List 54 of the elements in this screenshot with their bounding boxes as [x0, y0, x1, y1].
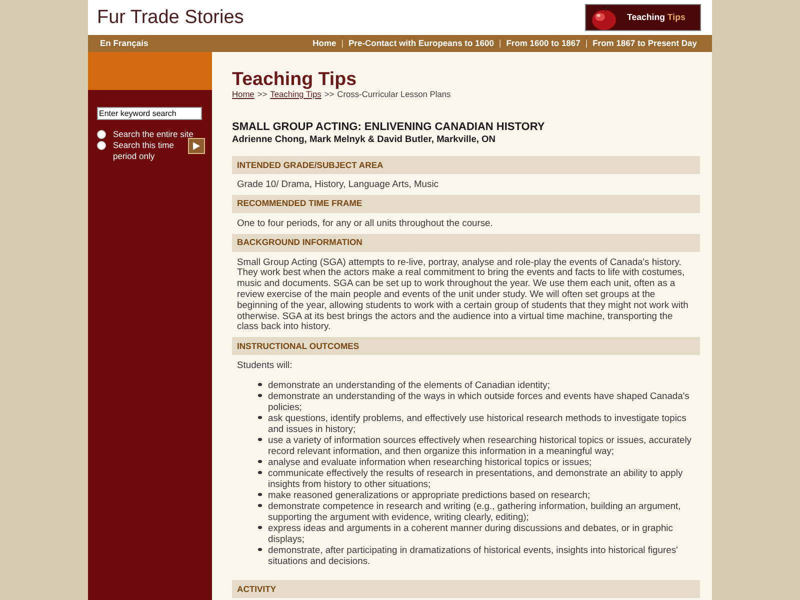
article-heading: SMALL GROUP ACTING: ENLIVENING CANADIAN HISTORY: [232, 121, 546, 134]
list-item-text: analyse and evaluate information when researching historical topics or issues;: [268, 456, 592, 467]
nav-link[interactable]: From 1867 to Present Day: [592, 37, 697, 50]
nav-separator: |: [341, 37, 344, 50]
nav-separator: |: [498, 37, 502, 50]
section-text: Small Group Acting (SGA) attempts to re-live, portray, analyse and role-play the events of Canada's history. They work best when the actors make a real commitment to bring the events and facts to life with costumes, music and documents. SGA can be set up to work throughout the year. We use them each unit, often as a review exercise of the main people and events of the unit under study. We will often set groups at the beginning of the year, allowing students to work with a certain group of students that they might not work with otherwise. SGA at its best brings the actors and the audience into a virtual time machine, transporting the class back into history.: [236, 254, 690, 334]
list-item-text: demonstrate, after participating in dramatizations of historical events, insights into historical figures' situations and decisions.: [268, 544, 679, 566]
language-link[interactable]: En Français: [100, 37, 148, 50]
bullet-icon: [258, 548, 262, 552]
teaching-tips-badge[interactable]: Teaching Tips: [585, 4, 701, 31]
list-item-text: use a variety of information sources effectively when researching historical topics or issues, accurately record relevant information, and then organize this information in a meaningful way;: [268, 434, 692, 456]
section-heading-bar: ACTIVITY: [232, 580, 700, 598]
radio-button[interactable]: [97, 130, 106, 139]
article-authors: Adrienne Chong, Mark Melnyk & David Butler, Markville, ON: [232, 134, 496, 145]
breadcrumb-current: Cross-Curricular Lesson Plans: [337, 89, 451, 100]
section-heading-bar: BACKGROUND INFORMATION: [232, 234, 700, 252]
bullet-icon: [258, 526, 262, 530]
breadcrumb-separator: >>: [324, 89, 334, 100]
list-intro: Students will:: [237, 360, 294, 371]
list-item-text: express ideas and arguments in a coherent manner during discussions and debates, or in graphic displays;: [268, 522, 674, 544]
radio-label: Search this time period only: [113, 140, 175, 162]
list-item-text: demonstrate an understanding of the ways in which outside forces and events have shaped Canada's policies;: [268, 390, 690, 412]
nav-link[interactable]: From 1600 to 1867: [506, 37, 580, 50]
breadcrumb-link[interactable]: Home: [232, 89, 254, 100]
bullet-icon: [258, 438, 262, 442]
section-text: Grade 10/ Drama, History, Language Arts, Music: [236, 177, 440, 191]
nav-separator: |: [585, 37, 588, 50]
section-heading-bar: RECOMMENDED TIME FRAME: [232, 194, 700, 213]
search-field[interactable]: Enter keyword search: [97, 107, 202, 120]
bullet-icon: [258, 470, 262, 474]
bullet-icon: [258, 382, 262, 386]
list-item-text: communicate effectively the results of research in presentations, and demonstrate an ability to apply insights from history to other situations;: [268, 466, 684, 489]
radio-button[interactable]: [97, 141, 106, 150]
list-item-text: demonstrate competence in research and writing (e.g., gathering information, building an argument, supporting the argument with evidence, writing clearly, editing);: [268, 500, 682, 522]
bullet-icon: [258, 504, 262, 508]
section-heading-bar: INSTRUCTIONAL OUTCOMES: [232, 337, 700, 356]
nav-link[interactable]: Pre-Contact with Europeans to 1600: [348, 37, 494, 50]
list-item-text: ask questions, identify problems, and effectively use historical research methods to investigate topics and issues in history;: [268, 412, 688, 434]
list-item-text: make reasoned generalizations or appropriate predictions based on research;: [268, 488, 590, 500]
section-text: One to four periods, for any or all units throughout the course.: [236, 216, 494, 230]
play-icon: [193, 142, 200, 150]
breadcrumb-link[interactable]: Teaching Tips: [270, 89, 322, 100]
breadcrumb-separator: >>: [257, 89, 268, 100]
bullet-icon: [258, 492, 262, 496]
bullet-icon: [258, 394, 262, 398]
radio-label: Search the entire site: [113, 129, 194, 140]
section-heading-bar: INTENDED GRADE/SUBJECT AREA: [232, 156, 700, 174]
nav-link[interactable]: Home: [312, 37, 336, 50]
bullet-icon: [258, 460, 262, 464]
go-button[interactable]: [188, 138, 205, 154]
site-title: Fur Trade Stories: [97, 8, 244, 27]
page-title: Teaching Tips: [232, 69, 358, 89]
list-item-text: demonstrate an understanding of the elements of Canadian identity;: [268, 378, 550, 390]
bullet-icon: [258, 416, 262, 420]
